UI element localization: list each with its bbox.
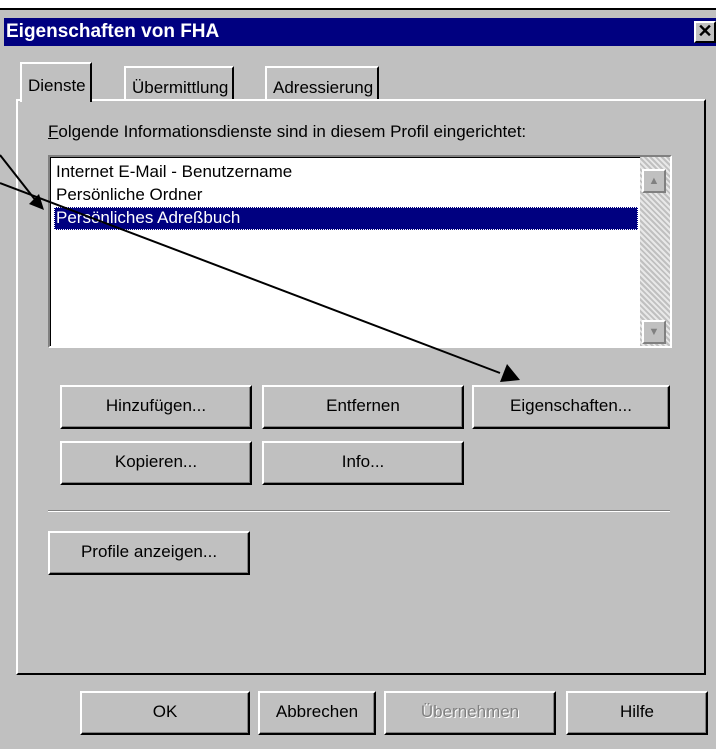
services-label-accel: F (48, 122, 59, 141)
info-button[interactable]: Info... (262, 441, 464, 485)
services-label-text: olgende Informationsdienste sind in dies… (58, 122, 527, 141)
add-button[interactable]: Hinzufügen... (60, 385, 252, 429)
properties-button[interactable]: Eigenschaften... (472, 385, 670, 429)
tab-dienste[interactable]: Dienste (20, 62, 92, 102)
close-button[interactable]: ✕ (694, 21, 716, 43)
services-list[interactable]: Internet E-Mail - Benutzername Persönlic… (48, 155, 672, 348)
cancel-button[interactable]: Abbrechen (258, 691, 376, 735)
list-item[interactable]: Internet E-Mail - Benutzername (54, 161, 638, 184)
show-profiles-button[interactable]: Profile anzeigen... (48, 531, 250, 575)
separator (48, 510, 670, 512)
ok-button[interactable]: OK (80, 691, 250, 735)
title-bar: Eigenschaften von FHA ✕ (4, 18, 716, 46)
scroll-down-icon[interactable]: ▼ (642, 320, 666, 344)
list-item-selected[interactable]: Persönliches Adreßbuch (54, 207, 638, 230)
tab-uebermittlung[interactable]: Übermittlung (124, 66, 235, 99)
window-title: Eigenschaften von FHA (6, 21, 220, 42)
scroll-up-icon[interactable]: ▲ (642, 169, 666, 193)
help-button[interactable]: Hilfe (566, 691, 708, 735)
vertical-scrollbar[interactable]: ▲ ▼ (640, 157, 670, 346)
tab-adressierung[interactable]: Adressierung (265, 66, 380, 99)
copy-button[interactable]: Kopieren... (60, 441, 252, 485)
list-item[interactable]: Persönliche Ordner (54, 184, 638, 207)
remove-button[interactable]: Entfernen (262, 385, 464, 429)
apply-button[interactable]: Übernehmen (384, 691, 556, 735)
services-label: Folgende Informationsdienste sind in die… (48, 122, 526, 142)
